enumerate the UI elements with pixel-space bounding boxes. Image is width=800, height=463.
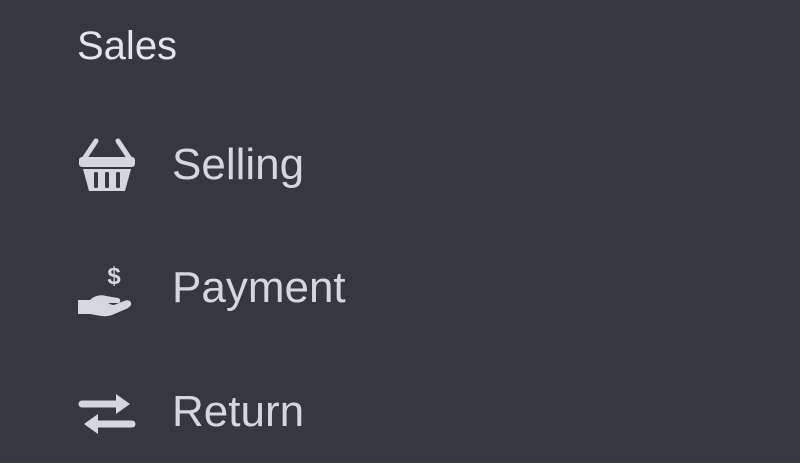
- sidebar-item-payment[interactable]: $ Payment: [70, 246, 750, 330]
- svg-text:$: $: [107, 263, 121, 290]
- sidebar-item-label: Payment: [172, 263, 346, 312]
- hand-holding-dollar-icon: $: [74, 258, 140, 318]
- shopping-basket-icon: [74, 135, 140, 195]
- exchange-arrows-icon: [74, 382, 140, 442]
- sidebar-menu: Sales Selling $ Payment Return: [0, 0, 800, 463]
- section-title-sales: Sales: [77, 24, 178, 68]
- sidebar-item-return[interactable]: Return: [70, 370, 750, 454]
- sidebar-item-label: Return: [172, 387, 305, 436]
- sidebar-item-selling[interactable]: Selling: [70, 123, 750, 207]
- sidebar-item-label: Selling: [172, 140, 305, 189]
